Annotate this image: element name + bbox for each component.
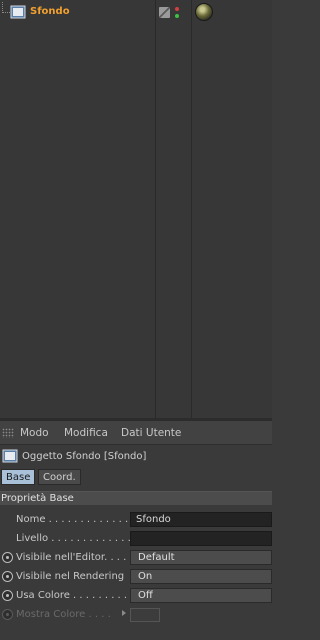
usa-colore-dropdown[interactable]: Off [130, 588, 272, 603]
nome-input[interactable]: Sfondo [130, 512, 272, 527]
menu-modifica[interactable]: Modifica [64, 427, 108, 439]
animate-radio-icon[interactable] [2, 571, 13, 582]
background-object-icon [10, 5, 26, 19]
color-swatch [130, 608, 160, 622]
grip-icon[interactable] [2, 428, 14, 438]
prop-label: Mostra Colore . . . . [16, 609, 111, 620]
layer-icon[interactable] [159, 7, 170, 18]
column-divider [191, 0, 192, 418]
prop-livello: Livello . . . . . . . . . . . . . [0, 530, 272, 548]
visibile-rendering-dropdown[interactable]: On [130, 569, 272, 584]
editor-visibility-dot[interactable] [175, 7, 179, 11]
attributes-manager: Modo Modifica Dati Utente Oggetto Sfondo… [0, 421, 272, 640]
render-visibility-dot[interactable] [175, 14, 179, 18]
prop-usa-colore: Usa Colore . . . . . . . . . . Off [0, 587, 272, 605]
object-title-row: Oggetto Sfondo [Sfondo] [0, 447, 272, 467]
object-row-sfondo[interactable]: Sfondo [0, 2, 272, 22]
object-title: Oggetto Sfondo [Sfondo] [22, 451, 147, 462]
attributes-menubar: Modo Modifica Dati Utente [0, 421, 272, 445]
animate-radio-icon [2, 609, 13, 620]
prop-label: Visibile nel Rendering [16, 571, 125, 582]
prop-nome: Nome . . . . . . . . . . . . . . Sfondo [0, 511, 272, 529]
tab-base[interactable]: Base [1, 469, 36, 485]
prop-visibile-editor: Visibile nell'Editor. . . . Default [0, 549, 272, 567]
object-name[interactable]: Sfondo [30, 6, 70, 17]
object-manager: Sfondo [0, 0, 272, 418]
expand-arrow-icon [122, 610, 126, 616]
material-tag-icon[interactable] [195, 3, 213, 21]
menu-modo[interactable]: Modo [20, 427, 49, 439]
prop-visibile-rendering: Visibile nel Rendering On [0, 568, 272, 586]
prop-label: Nome . . . . . . . . . . . . . . [16, 514, 135, 525]
menu-dati-utente[interactable]: Dati Utente [121, 427, 181, 439]
column-divider [155, 0, 156, 418]
livello-input[interactable] [130, 531, 272, 546]
visibile-editor-dropdown[interactable]: Default [130, 550, 272, 565]
section-header: Proprietà Base [0, 491, 272, 505]
prop-label: Livello . . . . . . . . . . . . . [16, 533, 131, 544]
background-object-icon [2, 449, 18, 463]
prop-mostra-colore: Mostra Colore . . . . [0, 606, 272, 624]
prop-label: Usa Colore . . . . . . . . . . [16, 590, 134, 601]
animate-radio-icon[interactable] [2, 590, 13, 601]
tab-coord[interactable]: Coord. [38, 469, 81, 485]
prop-label: Visibile nell'Editor. . . . [16, 552, 127, 563]
animate-radio-icon[interactable] [2, 552, 13, 563]
